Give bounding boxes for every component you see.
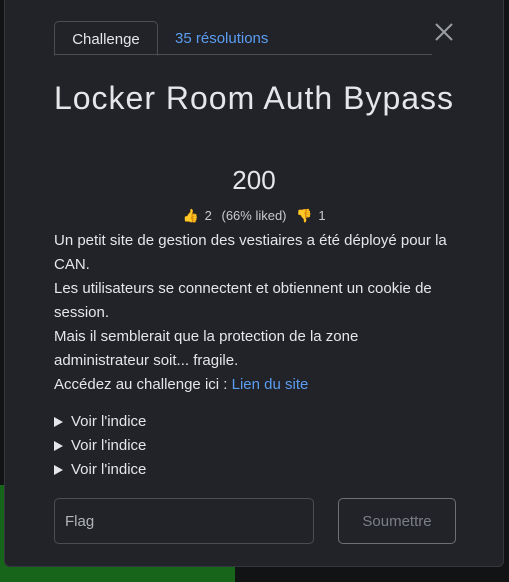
hints-list: Voir l'indice Voir l'indice Voir l'indic… [54,410,146,482]
thumbs-up-icon[interactable]: 👍 [182,208,198,223]
description-line: Un petit site de gestion des vestiaires … [54,232,447,273]
thumbs-down-icon[interactable]: 👎 [296,208,312,223]
hint-toggle[interactable]: Voir l'indice [54,410,146,434]
hint-label: Voir l'indice [71,437,147,454]
caret-right-icon [54,417,63,427]
hint-toggle[interactable]: Voir l'indice [54,458,146,482]
tab-solves[interactable]: 35 résolutions [175,21,268,56]
likes-count: 2 [204,208,212,223]
challenge-description: Un petit site de gestion des vestiaires … [54,229,454,397]
close-icon[interactable] [433,21,455,43]
flag-input[interactable] [54,498,314,544]
description-line: Mais il semblerait que la protection de … [54,328,359,369]
caret-right-icon [54,465,63,475]
dislikes-count: 1 [318,208,326,223]
description-line: Les utilisateurs se connectent et obtien… [54,280,432,321]
challenge-title: Locker Room Auth Bypass [53,80,455,116]
site-link[interactable]: Lien du site [232,376,309,393]
liked-percentage: (66% liked) [221,208,287,223]
tab-challenge[interactable]: Challenge [54,21,158,56]
hint-label: Voir l'indice [71,413,147,430]
challenge-points: 200 [232,165,276,195]
tab-bar: Challenge 35 résolutions [54,21,432,56]
link-prefix: Accédez au challenge ici : [54,376,232,393]
hint-toggle[interactable]: Voir l'indice [54,434,146,458]
hint-label: Voir l'indice [71,461,147,478]
challenge-modal: Challenge 35 résolutions Locker Room Aut… [4,0,504,567]
submit-button[interactable]: Soumettre [338,498,456,544]
vote-summary: 👍 2 (66% liked) 👎 1 [5,208,503,224]
caret-right-icon [54,441,63,451]
